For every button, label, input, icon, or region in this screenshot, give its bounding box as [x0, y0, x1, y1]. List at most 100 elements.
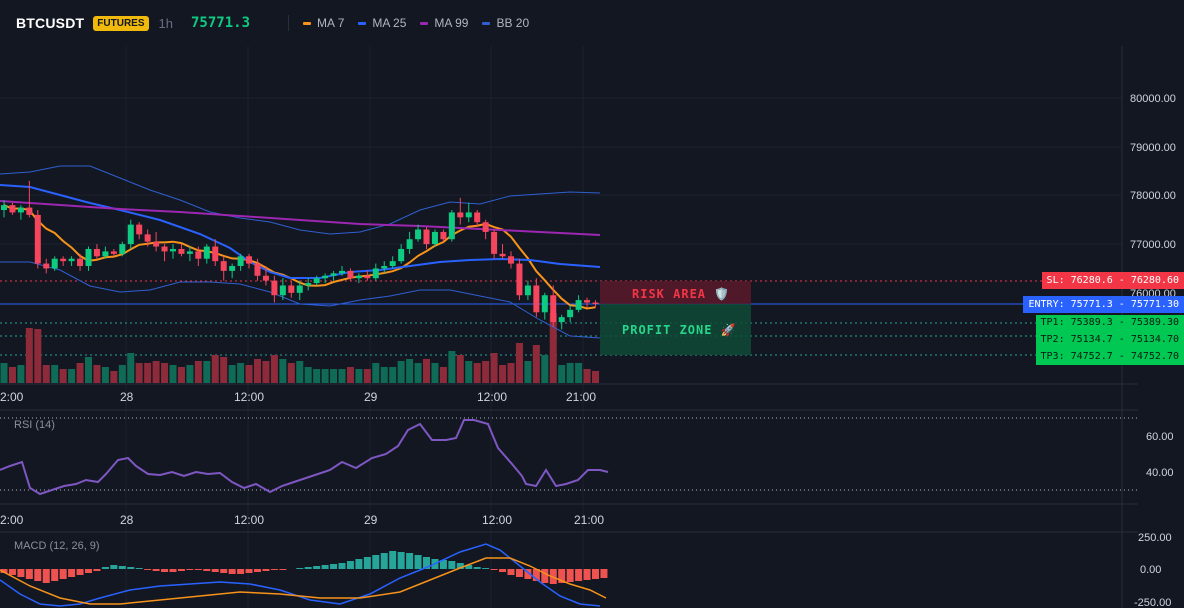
- macd-bar: [245, 569, 253, 573]
- volume-bar: [25, 328, 33, 383]
- volume-bar: [355, 369, 363, 383]
- candle[interactable]: [406, 231, 413, 254]
- macd-title: MACD (12, 26, 9): [14, 540, 100, 552]
- candle[interactable]: [1, 200, 7, 218]
- macd-bar: [566, 569, 574, 582]
- volume-bar: [473, 363, 481, 383]
- volume-bar: [448, 351, 456, 383]
- candle[interactable]: [161, 244, 168, 262]
- stop-loss-tag: SL: 76280.6 - 76280.60: [1041, 272, 1184, 289]
- rsi-tick: 40.00: [1146, 467, 1174, 479]
- volume-bar: [101, 367, 109, 383]
- macd-bar: [127, 567, 135, 569]
- candle[interactable]: [153, 231, 160, 252]
- candle[interactable]: [85, 246, 92, 271]
- candle[interactable]: [355, 273, 362, 284]
- candle[interactable]: [499, 244, 506, 259]
- volume-bar: [423, 359, 430, 383]
- candle[interactable]: [491, 229, 498, 259]
- candle[interactable]: [575, 295, 582, 313]
- candle[interactable]: [68, 256, 75, 267]
- candle[interactable]: [592, 300, 599, 308]
- time-tick: 2:00: [0, 513, 24, 527]
- macd-bar: [355, 559, 363, 569]
- candle[interactable]: [558, 314, 565, 330]
- candle[interactable]: [448, 210, 455, 242]
- macd-bar: [279, 569, 287, 570]
- candle[interactable]: [389, 256, 396, 269]
- candle[interactable]: [271, 275, 278, 303]
- macd-bar: [144, 569, 152, 570]
- volume-bar: [575, 363, 583, 383]
- chart-canvas[interactable]: 80000.00 79000.00 78000.00 77000.00 7600…: [0, 0, 1184, 608]
- macd-bar: [541, 569, 549, 583]
- candle[interactable]: [372, 263, 379, 281]
- volume-bar: [34, 329, 42, 383]
- candle[interactable]: [330, 270, 337, 281]
- candle[interactable]: [9, 202, 16, 215]
- volume-bar: [220, 357, 228, 383]
- volume-bar: [203, 361, 211, 383]
- volume-bar: [237, 363, 245, 383]
- candle[interactable]: [305, 278, 312, 291]
- candle[interactable]: [136, 222, 143, 240]
- candle[interactable]: [423, 227, 430, 249]
- candle[interactable]: [34, 210, 41, 269]
- volume-bar: [296, 361, 304, 383]
- candle[interactable]: [178, 244, 185, 257]
- time-tick: 12:00: [234, 390, 264, 404]
- candle[interactable]: [170, 244, 176, 259]
- macd-bar: [228, 569, 236, 574]
- candle[interactable]: [381, 261, 388, 274]
- candle[interactable]: [17, 205, 24, 220]
- candle[interactable]: [508, 251, 514, 269]
- macd-bar: [473, 567, 481, 569]
- candle[interactable]: [237, 253, 244, 271]
- candle[interactable]: [60, 256, 67, 267]
- macd-bar: [169, 569, 177, 572]
- candle[interactable]: [465, 202, 472, 223]
- candle[interactable]: [203, 244, 210, 264]
- candle[interactable]: [93, 244, 100, 259]
- candle[interactable]: [220, 256, 227, 281]
- candle[interactable]: [584, 297, 591, 308]
- macd-bar: [211, 569, 219, 572]
- time-tick: 12:00: [477, 390, 507, 404]
- candle[interactable]: [567, 304, 574, 323]
- candle[interactable]: [541, 292, 548, 320]
- volume-bar: [245, 365, 253, 383]
- candle[interactable]: [212, 239, 219, 267]
- volume-bar: [313, 369, 321, 383]
- volume-bar: [304, 367, 312, 383]
- candle[interactable]: [229, 263, 236, 279]
- candle[interactable]: [398, 244, 405, 264]
- volume-bar: [372, 363, 380, 383]
- candle[interactable]: [288, 280, 295, 298]
- macd-bar: [380, 553, 388, 569]
- volume-bar: [558, 365, 566, 383]
- candle[interactable]: [322, 273, 329, 284]
- macd-tick: 0.00: [1140, 564, 1161, 576]
- candle[interactable]: [431, 229, 438, 247]
- candle[interactable]: [43, 258, 50, 274]
- macd-bar: [296, 568, 304, 569]
- candle[interactable]: [127, 219, 134, 249]
- candle[interactable]: [457, 197, 464, 225]
- volume-bar: [524, 361, 532, 383]
- macd-bar: [330, 564, 338, 569]
- macd-bar: [8, 569, 16, 575]
- volume-bar: [490, 353, 498, 383]
- volume-bar: [177, 367, 185, 383]
- volume-bar: [127, 353, 135, 383]
- macd-bar: [321, 565, 329, 569]
- price-tick: 80000.00: [1130, 93, 1176, 105]
- volume-bar: [8, 367, 16, 383]
- macd-bar: [152, 569, 160, 571]
- candle[interactable]: [524, 280, 531, 301]
- candle[interactable]: [246, 253, 253, 269]
- candle[interactable]: [415, 224, 422, 242]
- candle[interactable]: [533, 278, 540, 318]
- candle[interactable]: [364, 270, 371, 281]
- candle[interactable]: [516, 258, 523, 301]
- candle[interactable]: [482, 219, 489, 240]
